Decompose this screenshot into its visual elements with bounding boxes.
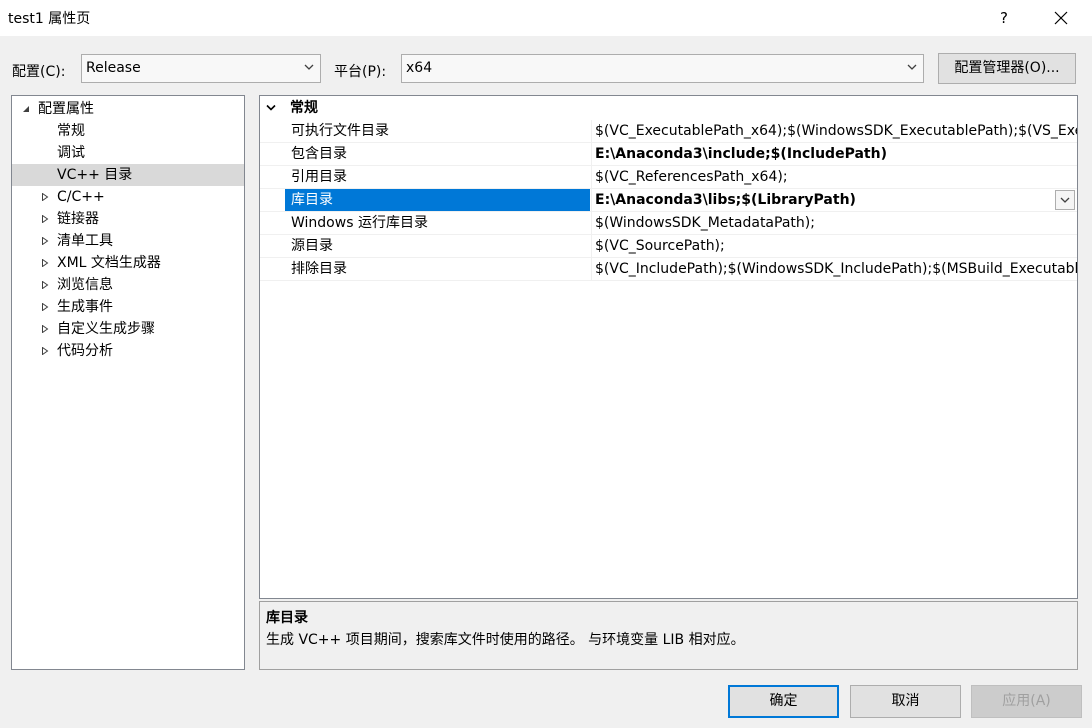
triangle-right-icon[interactable]: [39, 208, 51, 230]
tree-item-label: 生成事件: [57, 299, 113, 315]
tree-item-label: C/C++: [57, 189, 105, 205]
category-general[interactable]: 常规: [260, 97, 1077, 119]
tree-item-label: 常规: [57, 123, 85, 139]
property-name: 引用目录: [291, 169, 347, 185]
description-text: 生成 VC++ 项目期间，搜索库文件时使用的路径。 与环境变量 LIB 相对应。: [266, 632, 745, 648]
config-value: Release: [86, 60, 141, 76]
tree-item-label: 配置属性: [38, 101, 94, 117]
platform-select[interactable]: x64: [401, 54, 924, 83]
close-button[interactable]: [1038, 0, 1084, 36]
tree-item-c-cpp[interactable]: C/C++: [12, 186, 244, 208]
category-label: 常规: [290, 100, 318, 116]
triangle-right-icon[interactable]: [39, 318, 51, 340]
config-select[interactable]: Release: [81, 54, 321, 83]
triangle-right-icon[interactable]: [39, 340, 51, 362]
description-title: 库目录: [266, 610, 308, 626]
config-label: 配置(C):: [12, 64, 66, 80]
chevron-down-icon[interactable]: [266, 104, 276, 112]
triangle-right-icon[interactable]: [39, 230, 51, 252]
property-row-source-dirs[interactable]: 源目录 $(VC_SourcePath);: [260, 235, 1077, 258]
property-row-include-dirs[interactable]: 包含目录 E:\Anaconda3\include;$(IncludePath): [260, 143, 1077, 166]
property-row-reference-dirs[interactable]: 引用目录 $(VC_ReferencesPath_x64);: [260, 166, 1077, 189]
chevron-down-icon: [907, 64, 917, 70]
triangle-right-icon[interactable]: [39, 296, 51, 318]
tree-item-code-analysis[interactable]: 代码分析: [12, 340, 244, 362]
tree-item-label: 调试: [57, 145, 85, 161]
property-name: Windows 运行库目录: [291, 215, 428, 231]
tree-item-linker[interactable]: 链接器: [12, 208, 244, 230]
property-value: $(VC_ReferencesPath_x64);: [591, 166, 1077, 188]
platform-label: 平台(P):: [334, 64, 387, 80]
property-pages-window: test1 属性页 ? 配置(C): Release 平台(P): x64 配置…: [0, 0, 1092, 728]
close-icon: [1054, 11, 1068, 25]
property-grid: 常规 可执行文件目录 $(VC_ExecutablePath_x64);$(Wi…: [259, 95, 1078, 599]
description-pane: 库目录 生成 VC++ 项目期间，搜索库文件时使用的路径。 与环境变量 LIB …: [259, 601, 1078, 670]
triangle-right-icon[interactable]: [39, 274, 51, 296]
tree-item-browse-info[interactable]: 浏览信息: [12, 274, 244, 296]
property-name: 可执行文件目录: [291, 123, 389, 139]
tree-item-label: 清单工具: [57, 233, 113, 249]
tree-item-label: 浏览信息: [57, 277, 113, 293]
tree-item-label: 链接器: [57, 211, 99, 227]
tree-item-label: 代码分析: [57, 343, 113, 359]
tree-item-label: XML 文档生成器: [57, 255, 161, 271]
property-row-winrt-dirs[interactable]: Windows 运行库目录 $(WindowsSDK_MetadataPath)…: [260, 212, 1077, 235]
help-icon: ?: [1000, 9, 1008, 27]
apply-button[interactable]: 应用(A): [971, 685, 1082, 718]
chevron-down-icon: [304, 64, 314, 70]
help-button[interactable]: ?: [981, 0, 1027, 36]
tree-item-manifest-tool[interactable]: 清单工具: [12, 230, 244, 252]
config-manager-button[interactable]: 配置管理器(O)...: [938, 53, 1076, 84]
property-value: $(WindowsSDK_MetadataPath);: [591, 212, 1077, 234]
ok-button[interactable]: 确定: [728, 685, 839, 718]
triangle-right-icon[interactable]: [39, 186, 51, 208]
property-name: 库目录: [285, 189, 590, 211]
property-row-exclude-dirs[interactable]: 排除目录 $(VC_IncludePath);$(WindowsSDK_Incl…: [260, 258, 1077, 281]
property-row-executable-dirs[interactable]: 可执行文件目录 $(VC_ExecutablePath_x64);$(Windo…: [260, 120, 1077, 143]
chevron-down-icon: [1060, 197, 1070, 203]
value-dropdown-button[interactable]: [1055, 190, 1075, 210]
property-value[interactable]: E:\Anaconda3\libs;$(LibraryPath): [591, 189, 1051, 211]
triangle-expanded-icon[interactable]: [20, 98, 32, 120]
tree-item-config-properties[interactable]: 配置属性: [12, 98, 244, 120]
window-title: test1 属性页: [8, 11, 91, 27]
property-value: $(VC_SourcePath);: [591, 235, 1077, 257]
tree-item-label: VC++ 目录: [57, 167, 133, 183]
tree-item-xml-doc-generator[interactable]: XML 文档生成器: [12, 252, 244, 274]
triangle-right-icon[interactable]: [39, 252, 51, 274]
property-name: 排除目录: [291, 261, 347, 277]
property-row-library-dirs[interactable]: 库目录 E:\Anaconda3\libs;$(LibraryPath): [260, 189, 1077, 212]
property-value: $(VC_IncludePath);$(WindowsSDK_IncludePa…: [591, 258, 1077, 280]
property-value: $(VC_ExecutablePath_x64);$(WindowsSDK_Ex…: [591, 120, 1077, 142]
tree-item-general[interactable]: 常规: [12, 120, 244, 142]
title-bar: test1 属性页 ?: [0, 0, 1092, 36]
property-value: E:\Anaconda3\include;$(IncludePath): [591, 143, 1077, 165]
tree-item-label: 自定义生成步骤: [57, 321, 155, 337]
tree-item-debugging[interactable]: 调试: [12, 142, 244, 164]
tree-item-vc-directories[interactable]: VC++ 目录: [12, 164, 244, 186]
property-name: 包含目录: [291, 146, 347, 162]
property-name: 源目录: [291, 238, 333, 254]
property-tree[interactable]: 配置属性 常规 调试 VC++ 目录 C/C++ 链接器 清单工具 XML 文档…: [11, 95, 245, 670]
tree-item-build-events[interactable]: 生成事件: [12, 296, 244, 318]
cancel-button[interactable]: 取消: [850, 685, 961, 718]
platform-value: x64: [406, 60, 433, 76]
tree-item-custom-build-step[interactable]: 自定义生成步骤: [12, 318, 244, 340]
